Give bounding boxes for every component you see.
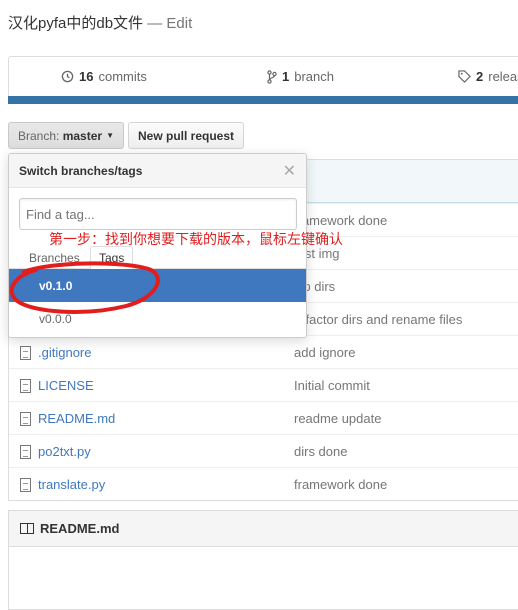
- file-row: .gitignore add ignore: [9, 335, 518, 368]
- history-icon: [61, 70, 74, 83]
- dropdown-header: Switch branches/tags ✕: [9, 154, 306, 188]
- dropdown-title: Switch branches/tags: [19, 163, 143, 178]
- language-bar: [8, 96, 518, 104]
- tag-filter-input[interactable]: [19, 198, 297, 230]
- title-separator: —: [143, 15, 167, 32]
- tab-tags[interactable]: Tags: [90, 246, 134, 270]
- releases-count: 2: [476, 69, 484, 84]
- tag-icon: [458, 70, 471, 83]
- file-icon: [20, 478, 31, 492]
- releases-label: releases: [488, 69, 518, 84]
- close-icon[interactable]: ✕: [283, 161, 296, 181]
- commit-message[interactable]: Initial commit: [294, 378, 370, 393]
- commits-link[interactable]: 16 commits: [61, 69, 147, 84]
- new-pull-request-button[interactable]: New pull request: [128, 122, 245, 149]
- file-row: README.md readme update: [9, 401, 518, 434]
- file-icon: [20, 346, 31, 360]
- commit-message[interactable]: add ignore: [294, 345, 355, 360]
- branches-label: branch: [294, 69, 334, 84]
- branch-value: master: [62, 128, 103, 143]
- commits-label: commits: [98, 69, 147, 84]
- branches-link[interactable]: 1 branch: [267, 69, 334, 84]
- commits-count: 16: [79, 69, 94, 84]
- caret-down-icon: ▼: [106, 131, 114, 140]
- tag-item-v0-0-0[interactable]: v0.0.0: [9, 302, 306, 335]
- file-name-link[interactable]: README.md: [38, 411, 115, 426]
- commit-message[interactable]: framework done: [294, 213, 387, 228]
- file-row: LICENSE Initial commit: [9, 368, 518, 401]
- tag-item-v0-1-0[interactable]: v0.1.0: [9, 269, 306, 302]
- file-icon: [20, 412, 31, 426]
- branch-select-button[interactable]: Branch: master ▼: [8, 122, 124, 149]
- readme-title: README.md: [40, 521, 120, 536]
- commit-message[interactable]: refactor dirs and rename files: [294, 312, 462, 327]
- dropdown-tabs: Branches Tags: [9, 246, 306, 270]
- branch-prefix: Branch:: [18, 128, 60, 143]
- readme-header: README.md: [9, 511, 518, 547]
- file-icon: [20, 379, 31, 393]
- edit-link[interactable]: Edit: [166, 15, 192, 32]
- file-name-link[interactable]: LICENSE: [38, 378, 94, 393]
- tab-branches[interactable]: Branches: [21, 246, 88, 269]
- book-icon: [20, 523, 34, 534]
- file-row: translate.py framework done: [9, 467, 518, 500]
- releases-link[interactable]: 2 releases: [458, 69, 518, 84]
- commit-message[interactable]: readme update: [294, 411, 381, 426]
- file-name-link[interactable]: .gitignore: [38, 345, 91, 360]
- branches-count: 1: [282, 69, 290, 84]
- file-name-link[interactable]: po2txt.py: [38, 444, 91, 459]
- readme-box: README.md: [8, 510, 518, 610]
- commit-message[interactable]: dirs done: [294, 444, 347, 459]
- repo-name: 汉化pyfa中的db文件: [8, 15, 144, 32]
- branch-icon: [267, 69, 277, 84]
- file-row: po2txt.py dirs done: [9, 434, 518, 467]
- repo-title: 汉化pyfa中的db文件 — Edit: [8, 12, 192, 33]
- commit-message[interactable]: framework done: [294, 477, 387, 492]
- file-icon: [20, 445, 31, 459]
- instruction-annotation: 第一步：找到你想要下载的版本，鼠标左键确认: [49, 232, 343, 248]
- file-name-link[interactable]: translate.py: [38, 477, 105, 492]
